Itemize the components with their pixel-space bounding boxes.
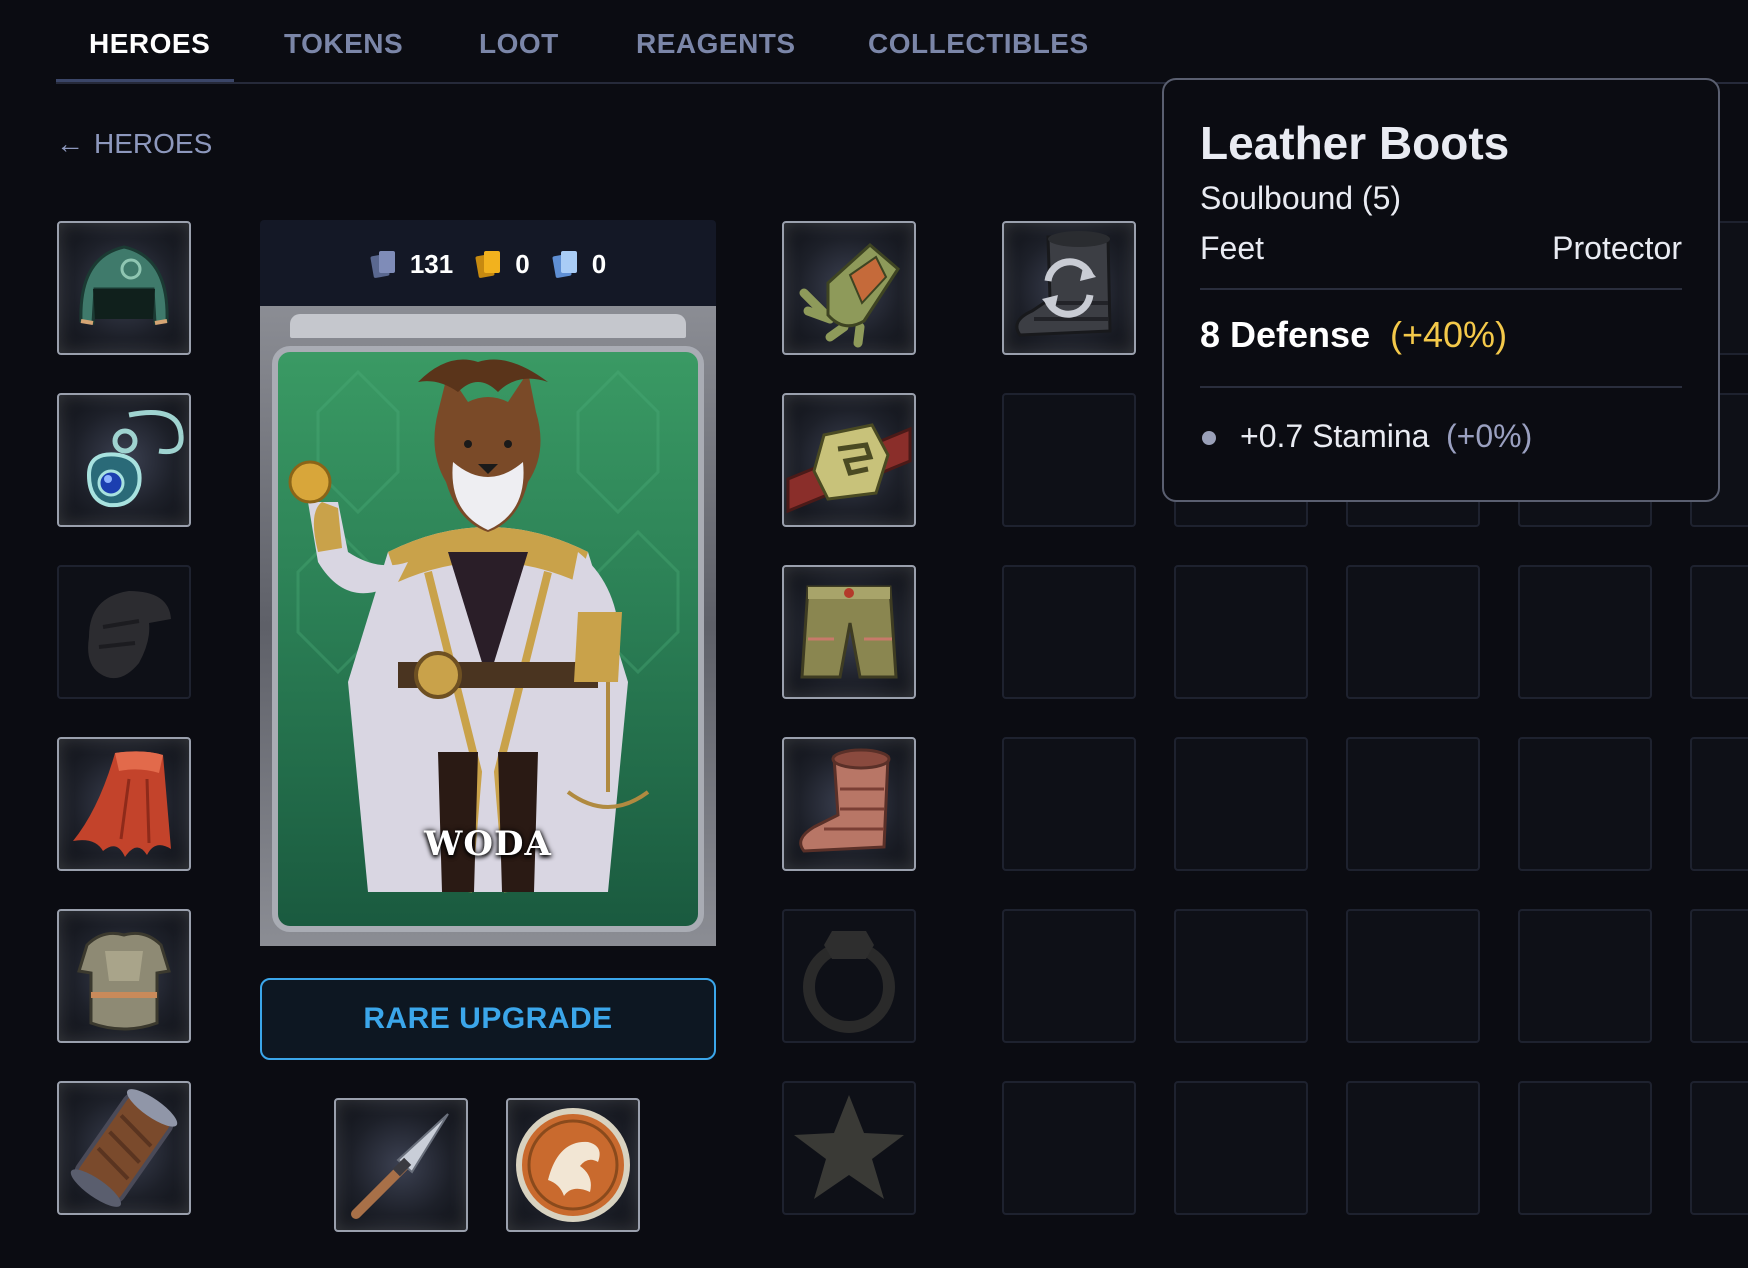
inventory-empty-slot[interactable] — [1002, 565, 1136, 699]
tab-bar: HEROES TOKENS LOOT REAGENTS COLLECTIBLES — [56, 0, 1748, 84]
slot-trinket[interactable] — [782, 1081, 916, 1215]
tooltip-stat: +0.7 Stamina — [1240, 418, 1430, 454]
tooltip-item-title: Leather Boots — [1200, 117, 1510, 169]
hero-name: WODA — [424, 824, 552, 864]
chest-armor-icon — [77, 931, 171, 1031]
inventory-item-boots[interactable] — [1002, 221, 1136, 355]
slot-main-hand[interactable] — [334, 1098, 468, 1232]
boots-item-icon — [1015, 231, 1112, 337]
tooltip-divider — [1200, 386, 1682, 388]
rare-upgrade-button[interactable]: RARE UPGRADE — [260, 978, 716, 1060]
inventory-empty-slot[interactable] — [1346, 737, 1480, 871]
inventory-empty-slot[interactable] — [1690, 565, 1748, 699]
inventory-empty-slot[interactable] — [1690, 909, 1748, 1043]
inventory-empty-slot[interactable] — [1174, 737, 1308, 871]
trinket-placeholder-icon — [794, 1095, 904, 1199]
inventory-empty-slot[interactable] — [1174, 909, 1308, 1043]
spear-icon — [351, 1113, 449, 1219]
inventory-empty-slot[interactable] — [1690, 1081, 1748, 1215]
inventory-empty-slot[interactable] — [1518, 565, 1652, 699]
slot-gloves[interactable] — [782, 221, 916, 355]
tooltip-class: Protector — [1552, 230, 1682, 266]
active-tab-indicator — [56, 79, 234, 82]
arrow-left-icon: ← — [56, 128, 84, 159]
helmet-icon — [79, 245, 169, 325]
card-stack-blue-icon — [552, 251, 577, 278]
card-count-common-value: 131 — [409, 248, 454, 279]
slot-feet[interactable] — [782, 737, 916, 871]
shield-icon — [516, 1108, 630, 1222]
inventory-empty-slot[interactable] — [1518, 1081, 1652, 1215]
tooltip-divider — [1200, 288, 1682, 290]
gloves-icon — [799, 243, 900, 348]
inventory-empty-slot[interactable] — [1002, 737, 1136, 871]
tab-loot[interactable]: LOOT — [479, 28, 559, 60]
tooltip-slot-type: Feet — [1200, 230, 1265, 266]
inventory-empty-slot[interactable] — [1174, 565, 1308, 699]
ring-placeholder-icon — [803, 931, 895, 1033]
slot-chest[interactable] — [57, 909, 191, 1043]
card-count-common: 131 — [370, 249, 453, 280]
card-count-blue: 0 — [552, 249, 606, 280]
belt-icon — [786, 423, 912, 514]
tooltip-defense-bonus: (+40%) — [1390, 314, 1508, 355]
tooltip-binding: Soulbound (5) — [1200, 180, 1402, 216]
card-stack-gold-icon — [475, 251, 501, 278]
boots-icon — [799, 748, 891, 853]
bracers-icon — [70, 1089, 178, 1207]
card-counts-bar: 131 0 0 — [260, 220, 716, 308]
slot-helmet[interactable] — [57, 221, 191, 355]
slot-legs[interactable] — [782, 565, 916, 699]
hero-card[interactable]: WODA — [260, 306, 716, 946]
card-count-blue-value: 0 — [591, 248, 607, 279]
tab-collectibles[interactable]: COLLECTIBLES — [868, 28, 1089, 60]
card-stack-gray-icon — [370, 251, 395, 278]
item-tooltip: Leather Boots Soulbound (5) Feet Protect… — [1162, 78, 1720, 502]
slot-ring[interactable] — [782, 909, 916, 1043]
tab-reagents[interactable]: REAGENTS — [636, 28, 796, 60]
tooltip-defense: 8 Defense — [1200, 314, 1371, 355]
tooltip-stat-bonus: (+0%) — [1446, 418, 1533, 454]
inventory-empty-slot[interactable] — [1518, 909, 1652, 1043]
hero-portrait: WODA — [272, 346, 704, 932]
bullet-icon — [1202, 431, 1216, 445]
inventory-empty-slot[interactable] — [1346, 1081, 1480, 1215]
tab-tokens[interactable]: TOKENS — [284, 28, 403, 60]
inventory-empty-slot[interactable] — [1174, 1081, 1308, 1215]
inventory-empty-slot[interactable] — [1002, 393, 1136, 527]
back-link-label: HEROES — [94, 128, 213, 159]
cape-icon — [73, 751, 171, 857]
hero-equipment-screen: HEROES TOKENS LOOT REAGENTS COLLECTIBLES… — [0, 0, 1748, 1268]
card-count-gold: 0 — [475, 248, 530, 280]
slot-shoulders[interactable] — [57, 565, 191, 699]
inventory-empty-slot[interactable] — [1518, 737, 1652, 871]
pants-icon — [800, 585, 898, 679]
back-to-heroes-link[interactable]: ← HEROES — [56, 128, 212, 160]
amulet-icon — [86, 410, 184, 508]
slot-off-hand[interactable] — [506, 1098, 640, 1232]
slot-cape[interactable] — [57, 737, 191, 871]
inventory-empty-slot[interactable] — [1002, 909, 1136, 1043]
inventory-empty-slot[interactable] — [1690, 737, 1748, 871]
inventory-empty-slot[interactable] — [1346, 565, 1480, 699]
shoulders-placeholder-icon — [88, 591, 171, 679]
inventory-empty-slot[interactable] — [1002, 1081, 1136, 1215]
tab-heroes[interactable]: HEROES — [89, 28, 210, 60]
slot-bracers[interactable] — [57, 1081, 191, 1215]
card-count-gold-value: 0 — [515, 248, 530, 279]
card-top-bar — [290, 314, 686, 338]
inventory-empty-slot[interactable] — [1346, 909, 1480, 1043]
slot-belt[interactable] — [782, 393, 916, 527]
slot-amulet[interactable] — [57, 393, 191, 527]
